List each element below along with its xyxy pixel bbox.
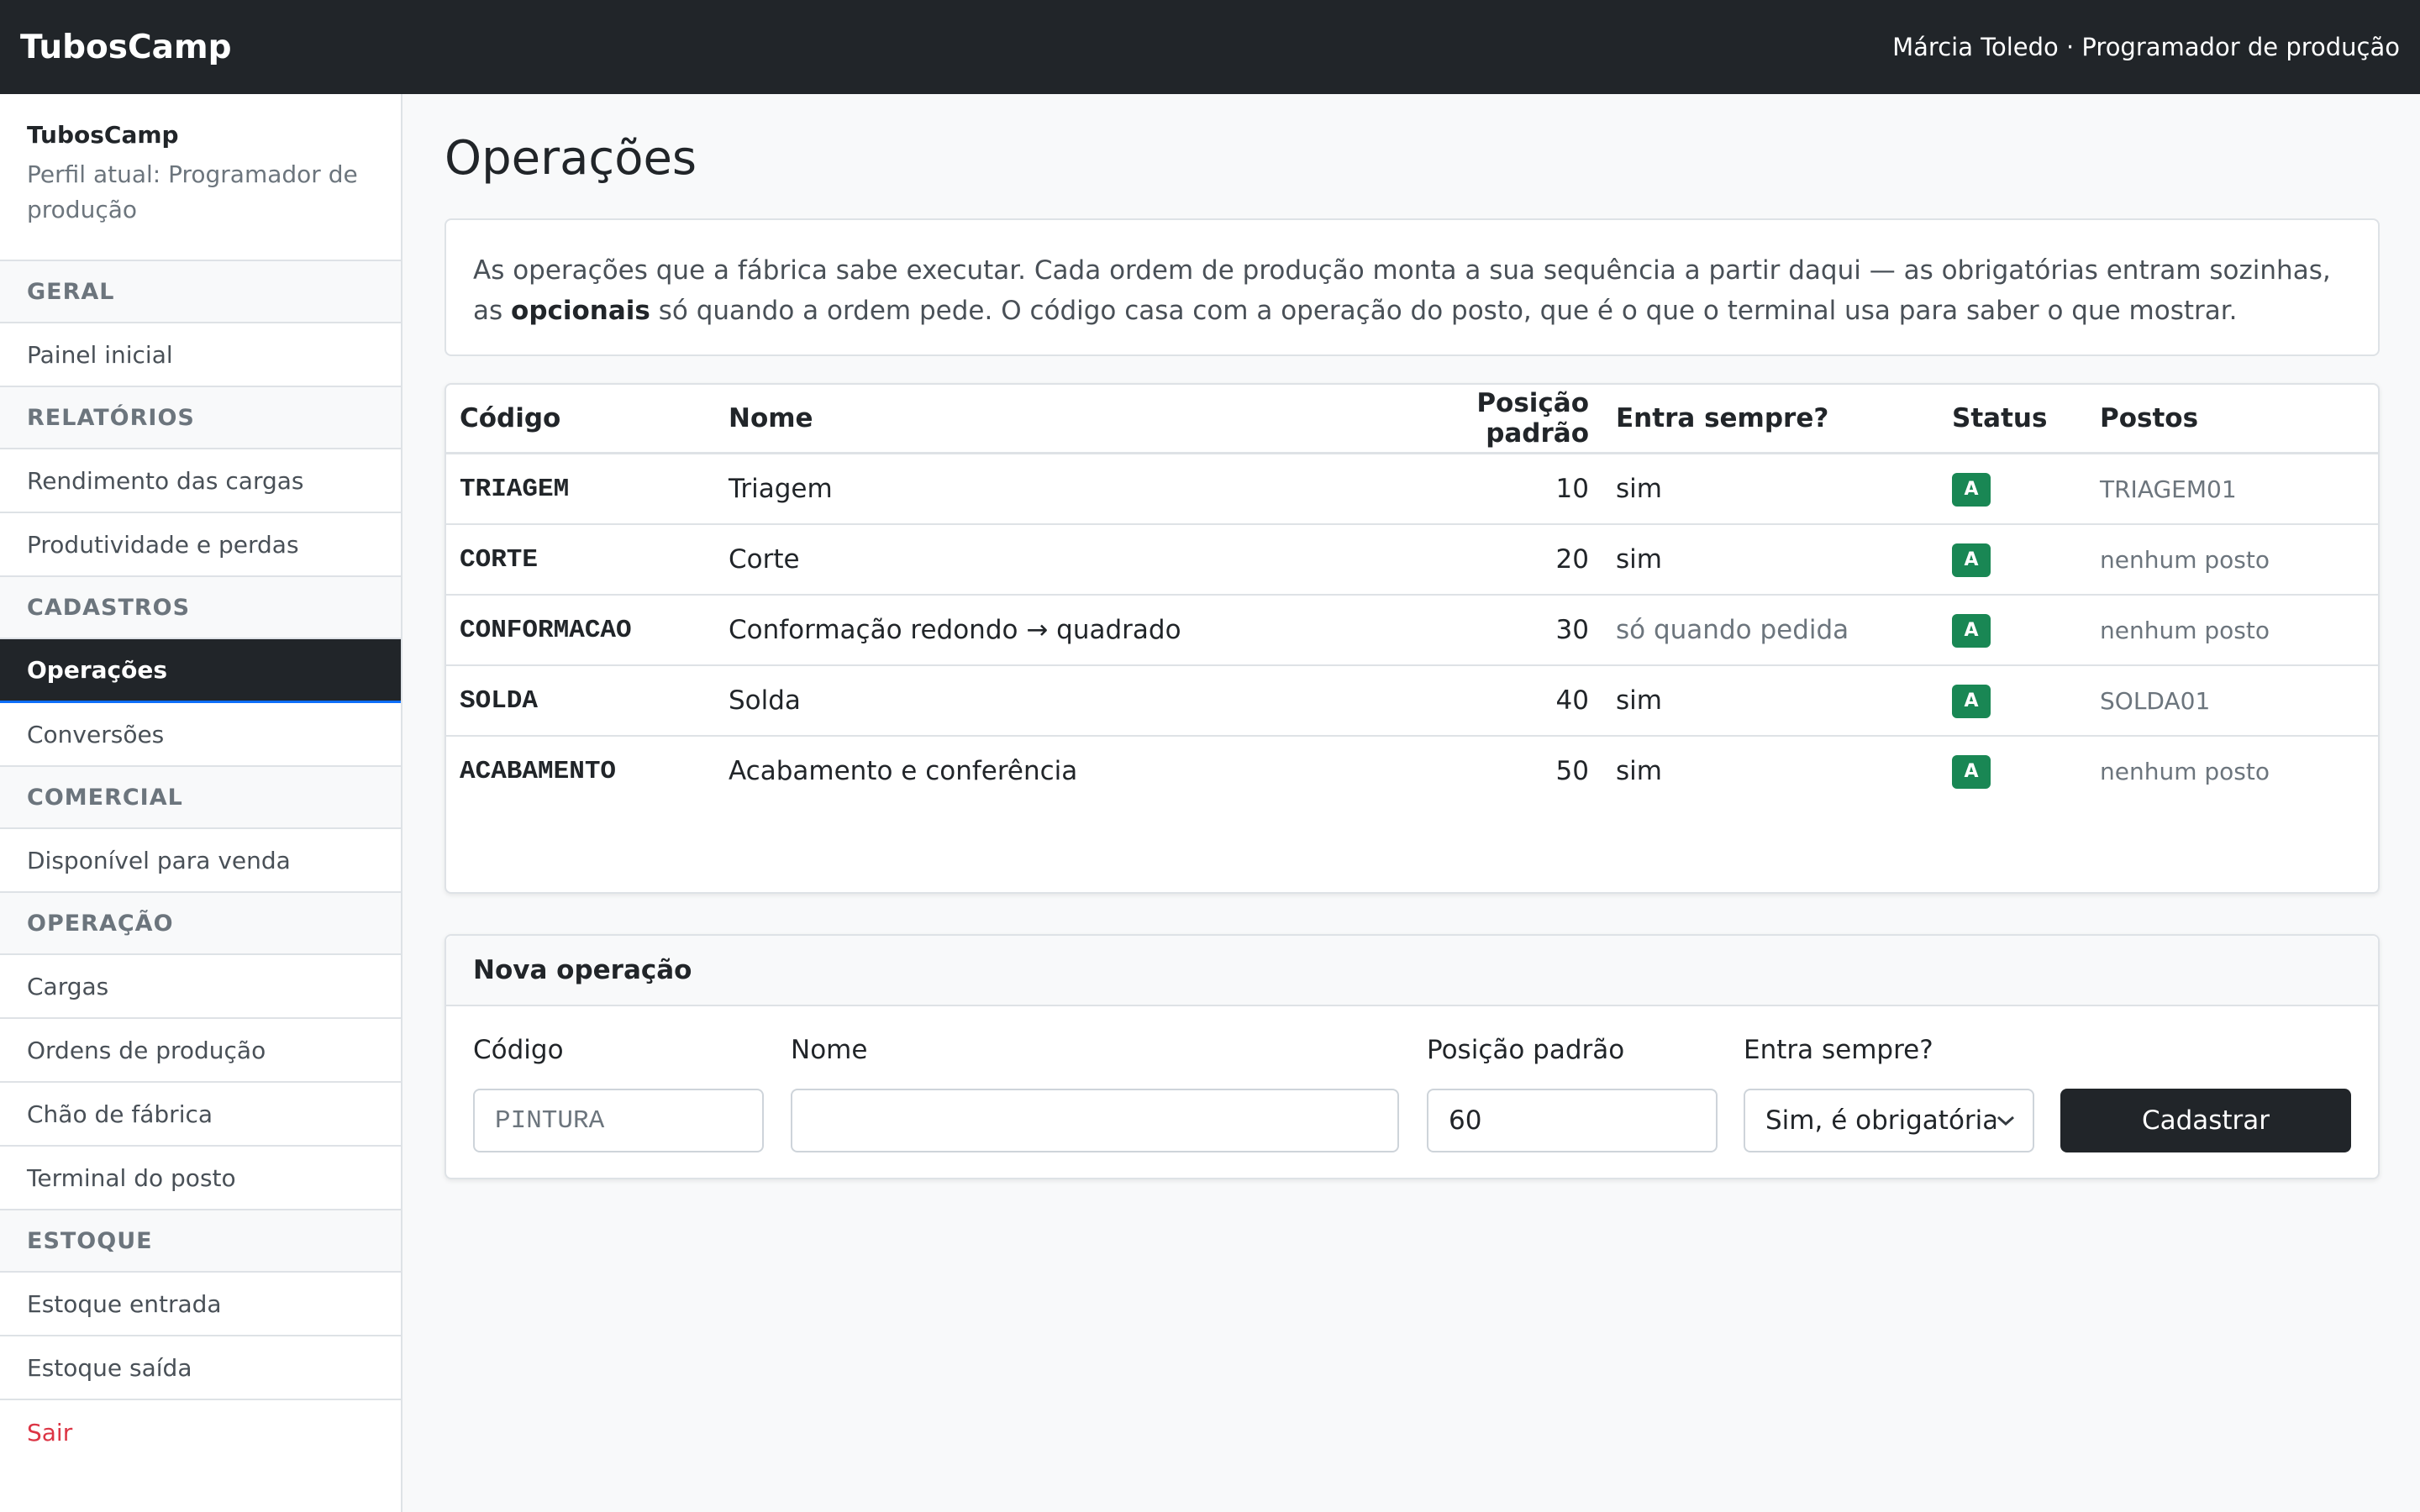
sidebar-item-operacoes[interactable]: Operações <box>0 639 401 703</box>
cell-nome: Corte <box>715 524 1418 596</box>
cell-entra: sim <box>1602 453 1939 525</box>
section-operacao: OPERAÇÃO <box>0 893 401 955</box>
brand-logo[interactable]: TubosCamp <box>20 29 232 66</box>
cell-entra: sim <box>1602 665 1939 737</box>
section-relatorios: RELATÓRIOS <box>0 387 401 449</box>
entra-select-value: Sim, é obrigatória <box>1765 1105 1996 1136</box>
col-posicao: Posição padrão <box>1418 385 1602 454</box>
cell-posicao: 40 <box>1418 665 1602 737</box>
sidebar-item-conversoes[interactable]: Conversões <box>0 703 401 767</box>
cell-nome: Solda <box>715 665 1418 737</box>
sidebar-item-terminal[interactable]: Terminal do posto <box>0 1147 401 1210</box>
cell-codigo: TRIAGEM <box>446 453 715 525</box>
cell-entra: só quando pedida <box>1602 595 1939 666</box>
cell-posicao: 30 <box>1418 595 1602 666</box>
col-postos: Postos <box>2086 385 2378 454</box>
intro-emphasis: opcionais <box>511 296 650 326</box>
cell-codigo: CORTE <box>446 524 715 596</box>
section-cadastros: CADASTROS <box>0 577 401 639</box>
cell-status: A <box>1939 595 2086 666</box>
col-nome: Nome <box>715 385 1418 454</box>
section-comercial: COMERCIAL <box>0 767 401 829</box>
cell-status: A <box>1939 736 2086 806</box>
nome-label: Nome <box>791 1035 868 1065</box>
sidebar-profile: Perfil atual: Programador de produção <box>27 160 358 223</box>
codigo-label: Código <box>473 1035 564 1065</box>
table-row: CONFORMACAO Conformação redondo → quadra… <box>446 595 2378 666</box>
entra-label: Entra sempre? <box>1744 1035 1933 1065</box>
cell-nome: Conformação redondo → quadrado <box>715 595 1418 666</box>
cell-entra: sim <box>1616 756 1662 786</box>
intro-text-rest: só quando a ordem pede. O código casa co… <box>650 296 2238 326</box>
sidebar-item-estoque-entrada[interactable]: Estoque entrada <box>0 1273 401 1336</box>
cell-nome: Acabamento e conferência <box>729 756 1078 786</box>
nome-input[interactable] <box>791 1089 1399 1152</box>
section-estoque: ESTOQUE <box>0 1210 401 1273</box>
sidebar-item-cargas[interactable]: Cargas <box>0 955 401 1019</box>
status-badge: A <box>1952 685 1991 718</box>
chevron-down-icon <box>1997 1116 2014 1126</box>
cell-status: A <box>1939 453 2086 525</box>
form-title: Nova operação <box>446 936 2378 1006</box>
cadastrar-button[interactable]: Cadastrar <box>2060 1089 2351 1152</box>
sidebar-item-ordens[interactable]: Ordens de produção <box>0 1019 401 1083</box>
col-codigo: Código <box>446 385 715 454</box>
col-entra: Entra sempre? <box>1602 385 1939 454</box>
cell-postos: nenhum posto <box>2100 757 2270 785</box>
sidebar-item-chao[interactable]: Chão de fábrica <box>0 1083 401 1147</box>
cell-status: A <box>1939 665 2086 737</box>
table-row: SOLDA Solda 40 sim A SOLDA01 <box>446 665 2378 737</box>
posicao-input[interactable] <box>1427 1089 1718 1152</box>
cell-postos: nenhum posto <box>2086 524 2378 596</box>
status-badge: A <box>1952 755 1991 789</box>
operations-table: Código Nome Posição padrão Entra sempre?… <box>446 385 2378 806</box>
cell-codigo: CONFORMACAO <box>446 595 715 666</box>
cell-codigo: SOLDA <box>446 665 715 737</box>
cell-status: A <box>1939 524 2086 596</box>
operations-table-card: Código Nome Posição padrão Entra sempre?… <box>445 383 2380 894</box>
logout-link[interactable]: Sair <box>0 1400 401 1464</box>
cell-codigo: ACABAMENTO <box>460 756 617 786</box>
status-badge: A <box>1952 614 1991 648</box>
status-badge: A <box>1952 543 1991 577</box>
top-navbar: TubosCamp Márcia Toledo · Programador de… <box>0 0 2420 94</box>
page-title: Operações <box>445 131 697 186</box>
posicao-label: Posição padrão <box>1427 1035 1625 1065</box>
cell-posicao: 50 <box>1555 756 1589 786</box>
cell-posicao: 10 <box>1418 453 1602 525</box>
cell-postos: nenhum posto <box>2086 595 2378 666</box>
cell-postos: TRIAGEM01 <box>2086 453 2378 525</box>
table-row: ACABAMENTO Acabamento e conferência 50 s… <box>446 736 2378 806</box>
sidebar-item-rendimento[interactable]: Rendimento das cargas <box>0 449 401 513</box>
table-row: TRIAGEM Triagem 10 sim A TRIAGEM01 <box>446 453 2378 525</box>
cell-postos: SOLDA01 <box>2086 665 2378 737</box>
sidebar-title: TubosCamp <box>27 121 179 149</box>
status-badge: A <box>1952 473 1991 507</box>
cell-entra: sim <box>1602 524 1939 596</box>
sidebar-header: TubosCamp Perfil atual: Programador de p… <box>0 94 401 261</box>
cell-nome: Triagem <box>715 453 1418 525</box>
intro-panel: As operações que a fábrica sabe executar… <box>445 218 2380 356</box>
sidebar-item-produtividade[interactable]: Produtividade e perdas <box>0 513 401 577</box>
col-status: Status <box>1939 385 2086 454</box>
sidebar-item-estoque-saida[interactable]: Estoque saída <box>0 1336 401 1400</box>
new-operation-form: Nova operação Código Nome Posição padrão… <box>445 934 2380 1179</box>
table-header-row: Código Nome Posição padrão Entra sempre?… <box>446 385 2378 454</box>
current-user: Márcia Toledo · Programador de produção <box>1892 33 2400 61</box>
sidebar-item-painel-inicial[interactable]: Painel inicial <box>0 323 401 387</box>
sidebar-item-disponivel[interactable]: Disponível para venda <box>0 829 401 893</box>
sidebar: TubosCamp Perfil atual: Programador de p… <box>0 94 402 1512</box>
table-row: CORTE Corte 20 sim A nenhum posto <box>446 524 2378 596</box>
entra-select[interactable]: Sim, é obrigatória <box>1744 1089 2034 1152</box>
section-geral: GERAL <box>0 261 401 323</box>
codigo-input[interactable] <box>473 1089 764 1152</box>
cell-posicao: 20 <box>1418 524 1602 596</box>
